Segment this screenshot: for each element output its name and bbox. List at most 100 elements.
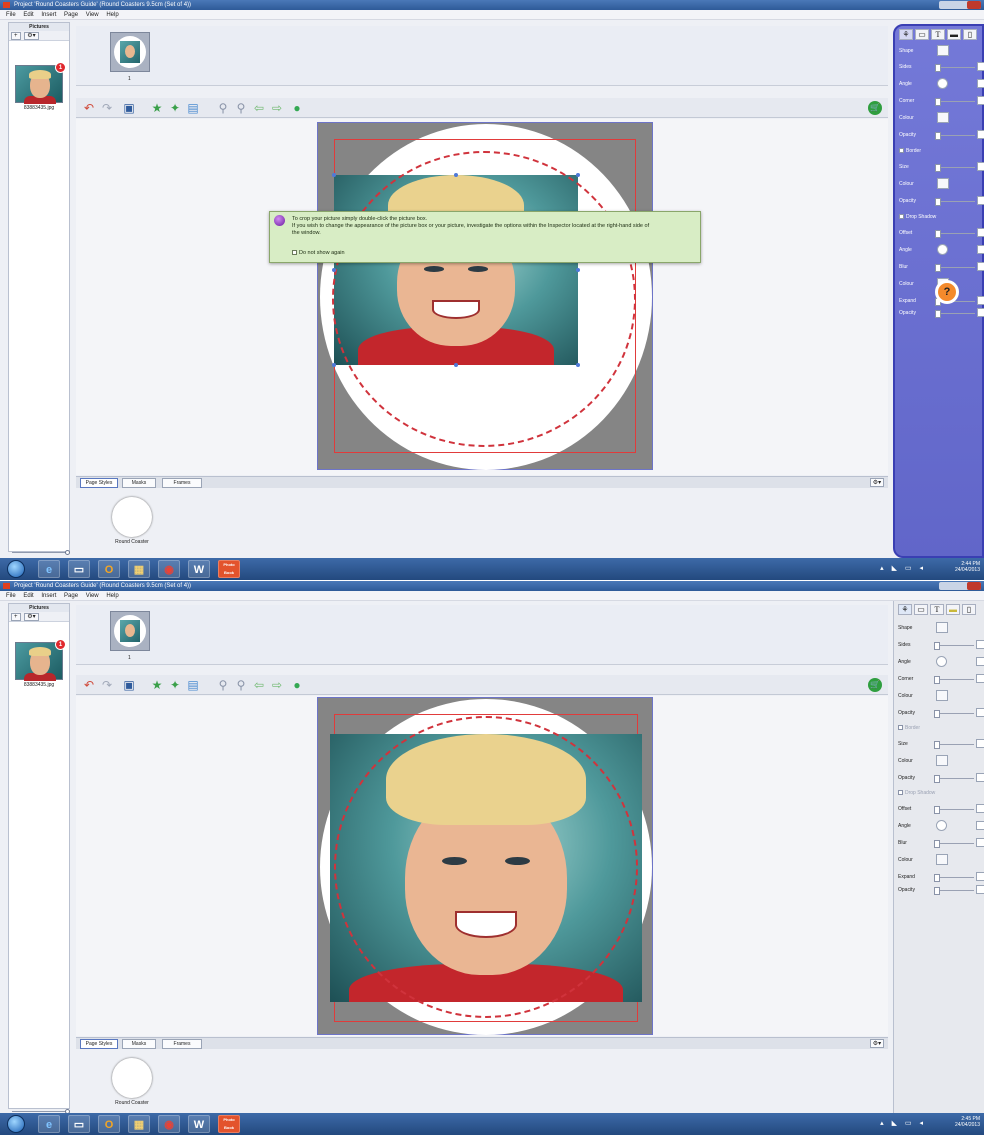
resize-handle[interactable] [454, 363, 458, 367]
shadow-angle-dial[interactable] [936, 820, 947, 831]
resize-handle[interactable] [332, 363, 336, 367]
tab-masks[interactable]: Masks [122, 478, 156, 488]
menu-edit[interactable]: Edit [23, 12, 33, 18]
save-icon[interactable]: ▣ [122, 678, 136, 692]
resize-handle[interactable] [332, 268, 336, 272]
tab-page-styles[interactable]: Page Styles [80, 478, 118, 488]
sides-slider[interactable] [934, 642, 974, 650]
cart-icon[interactable]: 🛒 [868, 101, 882, 115]
border-size-slider[interactable] [935, 164, 975, 172]
text-tab-icon[interactable]: T [930, 604, 944, 615]
border-section-header[interactable]: Border [899, 148, 979, 154]
shape-select[interactable] [936, 622, 948, 633]
add-text-box-icon[interactable]: ✦ [168, 101, 182, 115]
zoom-out-icon[interactable]: ⚲ [216, 678, 230, 692]
styles-gear-button[interactable]: ⚙▾ [870, 478, 884, 487]
round-coaster-style[interactable] [112, 497, 152, 537]
shape-select[interactable] [937, 45, 949, 56]
border-checkbox[interactable] [899, 148, 904, 154]
round-coaster-style[interactable] [112, 1058, 152, 1098]
picture-tab-icon[interactable]: ⚘ [898, 604, 912, 615]
clock[interactable]: 2:45 PM 24/04/2013 [955, 1116, 980, 1128]
shadow-offset-slider[interactable] [934, 806, 974, 814]
page-tab-icon[interactable]: ▯ [962, 604, 976, 615]
shadow-checkbox[interactable] [899, 214, 904, 220]
chrome-taskbar-icon[interactable]: ◉ [158, 560, 180, 578]
editor-canvas[interactable]: To crop your picture simply double-click… [76, 119, 888, 475]
shadow-colour-swatch[interactable] [936, 854, 948, 865]
resize-handle[interactable] [332, 173, 336, 177]
add-picture-button[interactable]: + [11, 32, 21, 40]
editor-canvas[interactable] [76, 696, 888, 1036]
start-button-icon[interactable] [7, 560, 25, 578]
thumbnail-size-slider[interactable] [12, 1109, 70, 1114]
opacity-value[interactable]: 10 [977, 130, 984, 139]
shadow-opacity-slider[interactable] [934, 887, 974, 895]
colour-swatch[interactable] [936, 690, 948, 701]
border-section-header[interactable]: Border [898, 725, 978, 731]
thumbnail-size-slider[interactable] [12, 550, 70, 555]
add-picture-box-icon[interactable]: ★ [150, 678, 164, 692]
add-text-box-icon[interactable]: ✦ [168, 678, 182, 692]
explorer-taskbar-icon[interactable]: ▭ [68, 560, 90, 578]
outlook-taskbar-icon[interactable]: O [98, 560, 120, 578]
start-button-icon[interactable] [7, 1115, 25, 1133]
page-tab-icon[interactable]: ▯ [963, 29, 977, 40]
close-icon[interactable] [967, 582, 981, 590]
highlight-tab-icon[interactable]: ▬ [946, 604, 960, 615]
menu-page[interactable]: Page [64, 12, 78, 18]
resize-handle[interactable] [454, 173, 458, 177]
system-tray-icons[interactable]: ▴ ◣ ▭ ◂ [880, 564, 926, 572]
help-lifebuoy-icon[interactable]: ? [935, 280, 959, 304]
tab-frames[interactable]: Frames [162, 478, 202, 488]
menu-view[interactable]: View [86, 12, 99, 18]
shadow-blur-slider[interactable] [934, 840, 974, 848]
close-icon[interactable] [967, 1, 981, 9]
text-tab-icon[interactable]: T [931, 29, 945, 40]
picture-thumbnail[interactable]: 1 [15, 62, 66, 104]
undo-icon[interactable]: ↶ [82, 678, 96, 692]
menu-insert[interactable]: Insert [41, 593, 56, 599]
styles-gear-button[interactable]: ⚙▾ [870, 1039, 884, 1048]
zoom-in-icon[interactable]: ⚲ [234, 678, 248, 692]
menu-view[interactable]: View [86, 593, 99, 599]
menu-insert[interactable]: Insert [41, 12, 56, 18]
shadow-section-header[interactable]: Drop Shadow [899, 214, 979, 220]
previous-page-icon[interactable]: ⇦ [252, 678, 266, 692]
ie-taskbar-icon[interactable]: e [38, 1115, 60, 1133]
zoom-in-icon[interactable]: ⚲ [234, 101, 248, 115]
shadow-opacity-slider[interactable] [935, 310, 975, 318]
clock[interactable]: 2:44 PM 24/04/2013 [955, 561, 980, 573]
angle-dial[interactable] [936, 656, 947, 667]
highlight-tab-icon[interactable]: ▬ [947, 29, 961, 40]
corner-slider[interactable] [935, 98, 975, 106]
insert-clipart-icon[interactable]: ▤ [186, 101, 200, 115]
menu-page[interactable]: Page [64, 593, 78, 599]
add-picture-button[interactable]: + [11, 613, 21, 621]
border-size-slider[interactable] [934, 741, 974, 749]
border-checkbox[interactable] [898, 725, 903, 731]
redo-icon[interactable]: ↷ [100, 101, 114, 115]
coaster-page[interactable] [317, 122, 653, 470]
corner-slider[interactable] [934, 676, 974, 684]
zoom-out-icon[interactable]: ⚲ [216, 101, 230, 115]
shadow-offset-slider[interactable] [935, 230, 975, 238]
checkbox-icon[interactable] [292, 250, 297, 256]
system-tray-icons[interactable]: ▴ ◣ ▭ ◂ [880, 1119, 926, 1127]
menu-file[interactable]: File [6, 593, 16, 599]
resize-handle[interactable] [576, 268, 580, 272]
shadow-checkbox[interactable] [898, 790, 903, 796]
next-page-icon[interactable]: ⇨ [270, 101, 284, 115]
add-picture-box-icon[interactable]: ★ [150, 101, 164, 115]
shadow-angle-dial[interactable] [937, 244, 948, 255]
shadow-blur-slider[interactable] [935, 264, 975, 272]
picture-thumbnail[interactable]: 1 [15, 639, 66, 681]
pictures-gear-button[interactable]: ⚙▾ [24, 613, 39, 621]
previous-page-icon[interactable]: ⇦ [252, 101, 266, 115]
redo-icon[interactable]: ↷ [100, 678, 114, 692]
photobook-taskbar-icon[interactable]: Photo Book [218, 1115, 240, 1133]
border-colour-swatch[interactable] [936, 755, 948, 766]
border-opacity-slider[interactable] [934, 775, 974, 783]
page-thumbnail[interactable] [110, 611, 150, 651]
menu-edit[interactable]: Edit [23, 593, 33, 599]
